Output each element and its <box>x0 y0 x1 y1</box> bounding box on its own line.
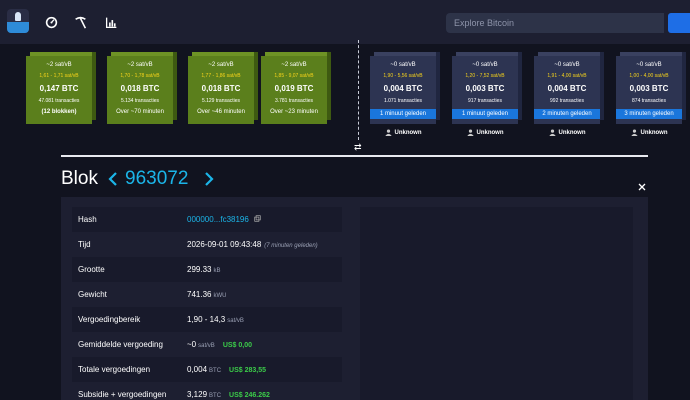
detail-row-hash: Hash 000000...fc38196 <box>72 207 342 232</box>
block-tx-count: 992 transacties <box>550 98 584 104</box>
block-median-fee: ~0 sat/vB <box>472 62 498 68</box>
block-eta: Over ~70 minuten <box>116 109 164 115</box>
chevron-left-icon[interactable] <box>107 172 119 186</box>
miner-label[interactable]: Unknown <box>534 129 600 136</box>
search-button[interactable] <box>668 13 690 33</box>
block-fee-range: 1,77 - 1,86 sat/vB <box>201 73 241 79</box>
copy-icon[interactable] <box>254 215 261 222</box>
block-total-btc: 0,004 BTC <box>383 84 423 93</box>
block-fee-range: 1,85 - 9,07 sat/vB <box>274 73 314 79</box>
block-fee-range: 1,91 - 4,00 sat/vB <box>547 73 587 79</box>
block-median-fee: ~2 sat/vB <box>281 62 307 68</box>
close-icon[interactable] <box>638 178 646 191</box>
section-divider <box>61 155 648 157</box>
mined-block-0[interactable]: ~0 sat/vB 1,90 - 5,56 sat/vB 0,004 BTC 1… <box>370 52 440 124</box>
block-eta: Over ~23 minuten <box>270 109 318 115</box>
block-time-ago: 3 minuten geleden <box>616 109 682 119</box>
miner-label[interactable]: Unknown <box>452 129 518 136</box>
block-tx-count: 3.781 transacties <box>274 98 314 104</box>
block-total-btc: 0,147 BTC <box>39 84 79 93</box>
block-time-ago: 1 minuut geleden <box>370 109 436 119</box>
block-eta: Over ~46 minuten <box>197 109 245 115</box>
miner-label[interactable]: Unknown <box>616 129 682 136</box>
block-tx-count: 874 transacties <box>632 98 666 104</box>
mempool-block-3[interactable]: ~2 sat/vB 1,85 - 9,07 sat/vB 0,019 BTC 3… <box>261 52 331 124</box>
swap-arrows-icon[interactable]: ⇄ <box>354 142 362 153</box>
dashboard-gauge-icon[interactable] <box>41 12 61 32</box>
graphs-icon[interactable] <box>101 12 121 32</box>
block-median-fee: ~0 sat/vB <box>390 62 416 68</box>
chevron-right-icon[interactable] <box>203 172 215 186</box>
detail-row-time: Tijd 2026-09-01 09:43:48 (7 minuten geled… <box>78 240 318 249</box>
block-tx-count: 917 transacties <box>468 98 502 104</box>
mined-block-3[interactable]: ~0 sat/vB 1,00 - 4,00 sat/vB 0,003 BTC 8… <box>616 52 686 124</box>
detail-row-weight: Gewicht 741.36 kWU <box>78 290 227 299</box>
mining-pickaxe-icon[interactable] <box>70 12 90 32</box>
block-tx-count: 5.129 transacties <box>201 98 241 104</box>
block-hash-link[interactable]: 000000...fc38196 <box>187 215 249 224</box>
mempool-chain-divider <box>358 40 359 140</box>
detail-row-total-fees: Totale vergoedingen 0,004 BTC US$ 283,55 <box>72 357 342 382</box>
block-tx-count: 47.081 transacties <box>38 98 80 104</box>
block-height[interactable]: 963072 <box>125 168 188 190</box>
miner-user-icon <box>384 129 392 136</box>
block-total-btc: 0,004 BTC <box>547 84 587 93</box>
block-eta: (12 blokken) <box>41 109 77 115</box>
mempool-block-2[interactable]: ~2 sat/vB 1,77 - 1,86 sat/vB 0,018 BTC 5… <box>188 52 258 124</box>
mined-block-1[interactable]: ~0 sat/vB 1,20 - 7,52 sat/vB 0,003 BTC 9… <box>452 52 522 124</box>
block-fee-range: 1,61 - 1,71 sat/vB <box>39 73 79 79</box>
block-median-fee: ~2 sat/vB <box>127 62 153 68</box>
block-total-btc: 0,019 BTC <box>274 84 314 93</box>
block-total-btc: 0,003 BTC <box>629 84 669 93</box>
block-total-btc: 0,018 BTC <box>201 84 241 93</box>
block-fee-range: 1,20 - 7,52 sat/vB <box>465 73 505 79</box>
top-navigation-bar <box>0 0 690 44</box>
block-tx-count: 5.134 transacties <box>120 98 160 104</box>
block-median-fee: ~2 sat/vB <box>46 62 72 68</box>
mempool-logo-icon[interactable] <box>7 9 29 33</box>
detail-row-avg-fee: Gemiddelde vergoeding ~0 sat/vB US$ 0,00 <box>78 340 252 349</box>
block-median-fee: ~0 sat/vB <box>636 62 662 68</box>
mined-block-2[interactable]: ~0 sat/vB 1,91 - 4,00 sat/vB 0,004 BTC 9… <box>534 52 604 124</box>
block-time-ago: 1 minuut geleden <box>452 109 518 119</box>
block-tx-count: 1.071 transacties <box>383 98 423 104</box>
search-input[interactable] <box>446 13 664 33</box>
block-total-btc: 0,018 BTC <box>120 84 160 93</box>
detail-row-subsidy: Subsidie + vergoedingen 3,129 BTC US$ 246.… <box>78 390 270 399</box>
block-time-ago: 2 minuten geleden <box>534 109 600 119</box>
miner-user-icon <box>630 129 638 136</box>
block-visualization <box>360 207 633 400</box>
detail-row-fee-range: Vergoedingbereik 1,90 - 14,3 sat/vB <box>72 307 342 332</box>
mempool-block-0[interactable]: ~2 sat/vB 1,61 - 1,71 sat/vB 0,147 BTC 4… <box>26 52 96 124</box>
block-median-fee: ~0 sat/vB <box>554 62 580 68</box>
mempool-block-1[interactable]: ~2 sat/vB 1,70 - 1,78 sat/vB 0,018 BTC 5… <box>107 52 177 124</box>
block-fee-range: 1,00 - 4,00 sat/vB <box>629 73 669 79</box>
block-total-btc: 0,003 BTC <box>465 84 505 93</box>
block-fee-range: 1,70 - 1,78 sat/vB <box>120 73 160 79</box>
miner-user-icon <box>548 129 556 136</box>
miner-label[interactable]: Unknown <box>370 129 436 136</box>
block-fee-range: 1,90 - 5,56 sat/vB <box>383 73 423 79</box>
miner-user-icon <box>466 129 474 136</box>
page-title: Blok <box>61 168 98 189</box>
detail-row-size: Grootte 299.33 kB <box>72 257 342 282</box>
block-median-fee: ~2 sat/vB <box>208 62 234 68</box>
